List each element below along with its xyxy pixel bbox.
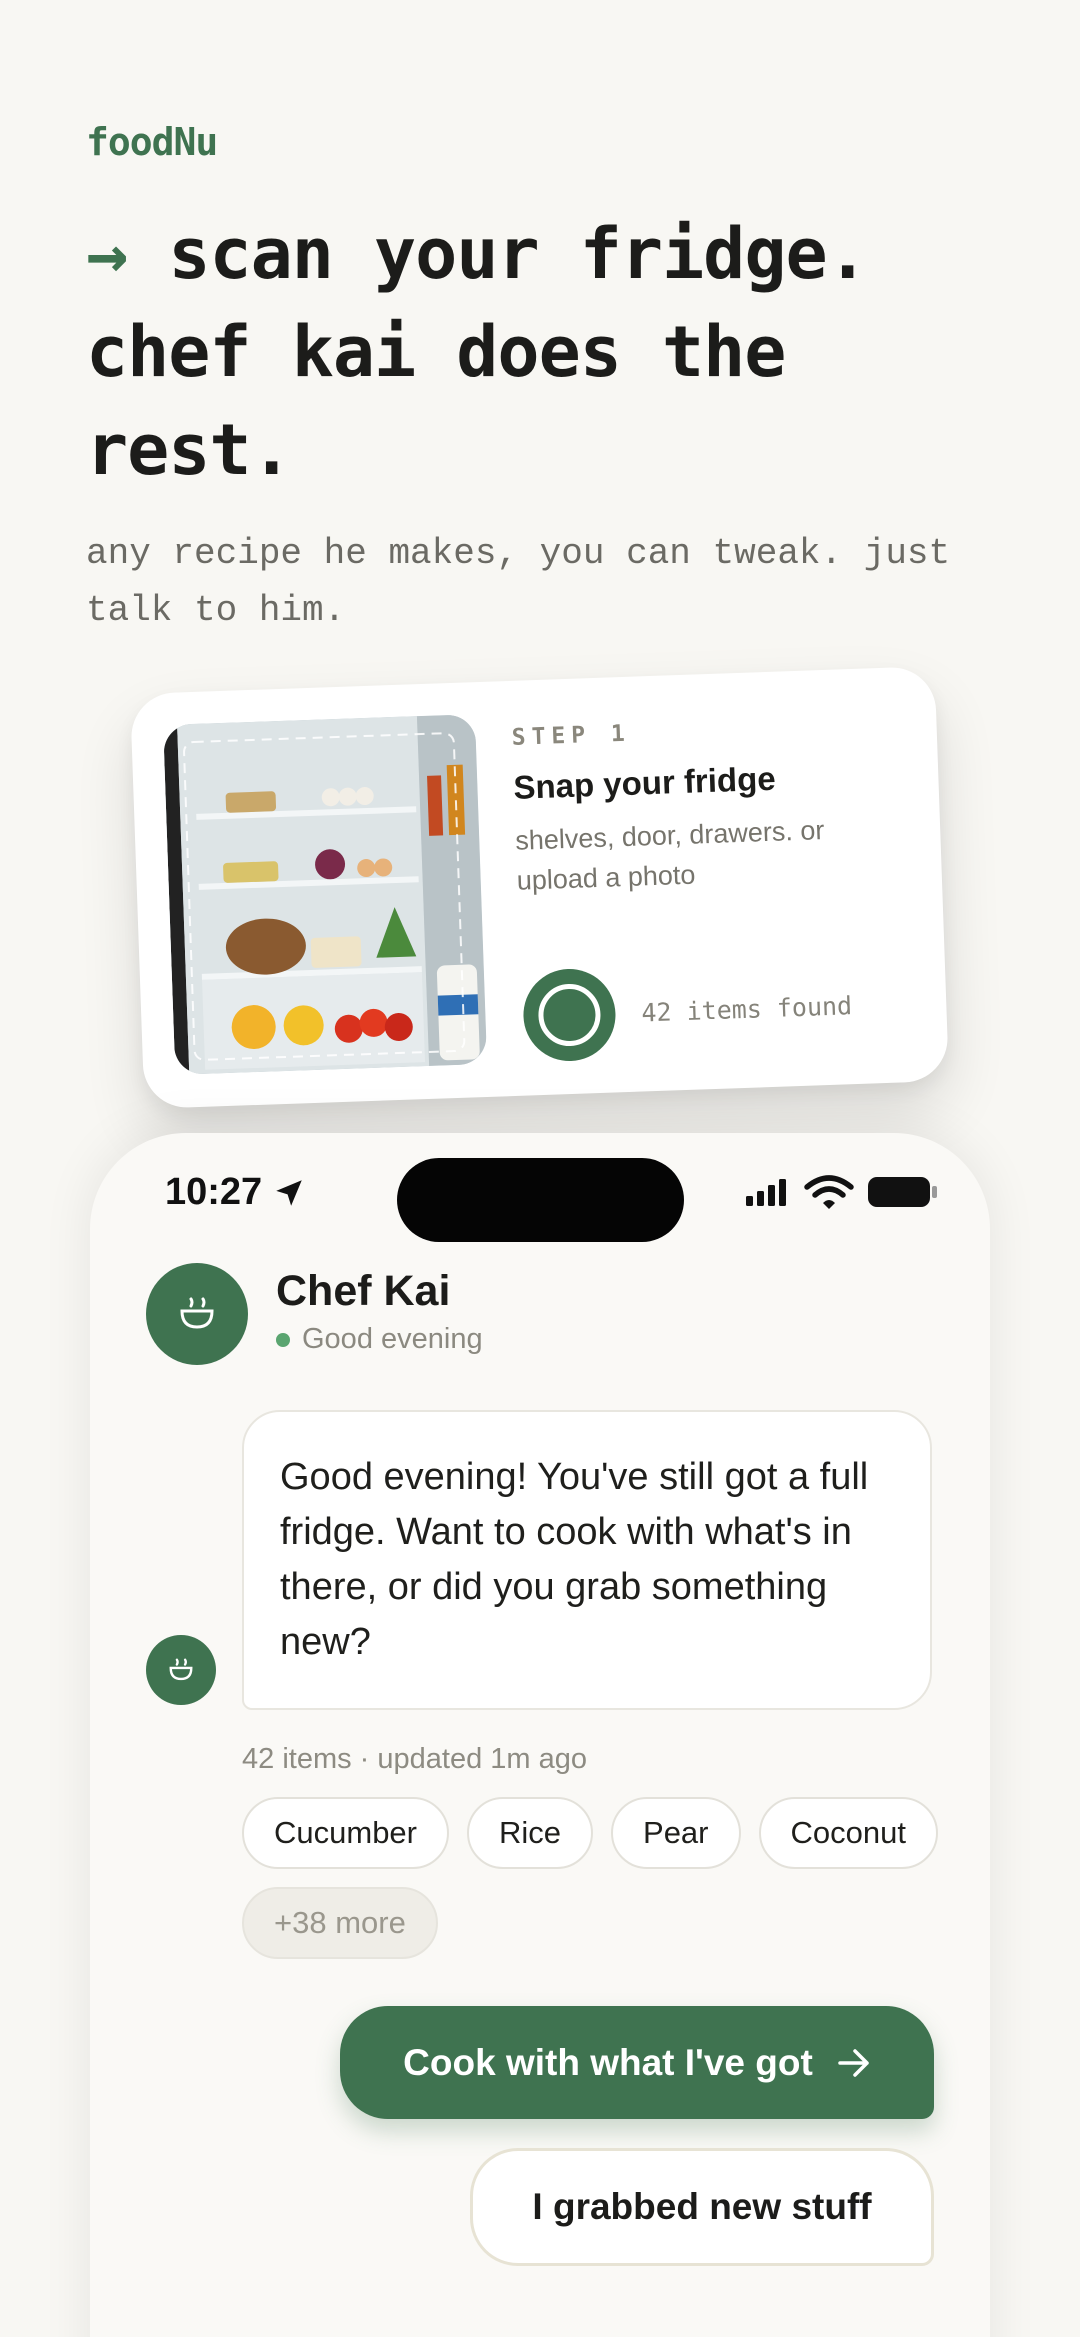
chef-avatar[interactable] — [146, 1263, 248, 1365]
step-label: STEP 1 — [511, 720, 632, 751]
message-avatar — [146, 1635, 216, 1705]
primary-button-label: Cook with what I've got — [403, 2041, 813, 2083]
online-status-dot — [276, 1332, 290, 1347]
fridge-photo — [163, 714, 488, 1075]
step-description: shelves, door, drawers. or upload a phot… — [514, 815, 825, 896]
hero-headline: → scan your fridge. chef kai does the re… — [86, 205, 1026, 499]
ingredient-chips: Cucumber Rice Pear Coconut +38 more — [242, 1797, 942, 1959]
signal-icon — [746, 1179, 786, 1206]
chef-status: Good evening — [276, 1323, 483, 1356]
items-found-count: 42 items found — [640, 991, 853, 1028]
arrow-right-icon — [838, 2048, 869, 2077]
cooking-pot-icon — [169, 1658, 193, 1681]
inventory-meta: 42 items · updated 1m ago — [242, 1743, 587, 1775]
more-ingredients-chip[interactable]: +38 more — [242, 1887, 438, 1959]
grabbed-new-stuff-button[interactable]: I grabbed new stuff — [470, 2148, 934, 2266]
shutter-ring-icon — [537, 982, 602, 1048]
arrow-right-icon: → — [86, 213, 128, 295]
wifi-icon — [804, 1175, 854, 1209]
cooking-pot-icon — [180, 1297, 214, 1329]
location-arrow-icon — [276, 1179, 302, 1206]
step-card: STEP 1 Snap your fridge shelves, door, d… — [130, 666, 949, 1109]
ingredient-chip[interactable]: Cucumber — [242, 1797, 449, 1869]
status-bar-time: 10:27 — [165, 1171, 306, 1214]
status-time-text: 10:27 — [165, 1171, 263, 1213]
cook-with-what-ive-got-button[interactable]: Cook with what I've got — [340, 2006, 934, 2119]
ingredient-chip[interactable]: Rice — [467, 1797, 594, 1869]
step-title: Snap your fridge — [512, 759, 777, 806]
phone-mockup: 10:27 Chef Kai Good evening Good evening… — [90, 1133, 990, 2337]
scan-button[interactable] — [521, 967, 618, 1063]
ingredient-chip[interactable]: Pear — [611, 1797, 741, 1869]
chef-status-text: Good evening — [302, 1323, 483, 1355]
dynamic-island — [397, 1158, 684, 1242]
chef-name: Chef Kai — [276, 1267, 451, 1315]
ingredient-chip[interactable]: Coconut — [758, 1797, 938, 1869]
headline-text: scan your fridge. chef kai does the rest… — [86, 213, 869, 491]
chat-message-bubble: Good evening! You've still got a full fr… — [242, 1410, 932, 1710]
hero-subhead: any recipe he makes, you can tweak. just… — [86, 533, 951, 631]
brand-logo: foodNu — [86, 120, 218, 164]
battery-icon — [868, 1177, 937, 1207]
status-bar-icons — [746, 1175, 938, 1209]
